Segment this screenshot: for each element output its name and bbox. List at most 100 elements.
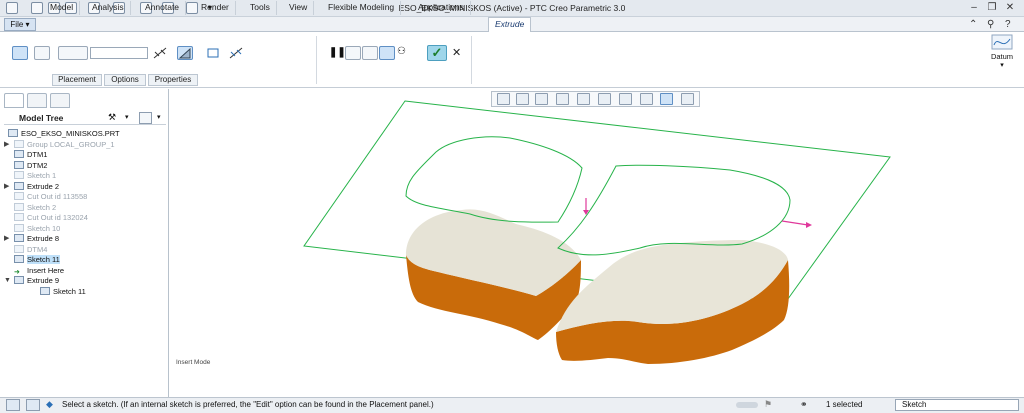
selection-filter-select[interactable]: Sketch	[895, 399, 1019, 411]
show-menu-icon[interactable]	[139, 112, 152, 124]
side-arrow-right-icon	[781, 220, 809, 226]
status-message: Select a sketch. (If an internal sketch …	[62, 400, 434, 409]
minimize-icon[interactable]: –	[967, 2, 981, 14]
tree-item[interactable]: DTM2	[14, 160, 166, 172]
close-icon[interactable]: ✕	[1003, 2, 1017, 14]
tree-settings-dropdown-icon[interactable]: ▾	[125, 113, 129, 121]
search-icon[interactable]: ⚲	[987, 19, 994, 30]
collapse-ribbon-icon[interactable]: ⌃	[969, 19, 977, 30]
restore-icon[interactable]: ❐	[985, 2, 999, 14]
depth-option-dropdown[interactable]	[58, 46, 88, 60]
ok-check-button[interactable]: ✓	[427, 45, 447, 61]
help-icon[interactable]: ?	[1005, 19, 1011, 30]
no-preview-icon[interactable]	[345, 46, 361, 60]
tab-tools[interactable]: Tools	[244, 1, 277, 15]
tree-item[interactable]: ▶ Extrude 2	[4, 181, 166, 193]
tree-item-label: Sketch 11	[27, 255, 60, 264]
new-file-icon[interactable]	[31, 2, 43, 14]
sketch-profile-right	[557, 164, 791, 256]
tree-item[interactable]: ESO_EKSO_MINISKOS.PRT	[8, 129, 166, 140]
ribbon-divider	[471, 36, 472, 84]
pause-icon[interactable]: ❚❚	[329, 47, 346, 58]
folder-browser-tab-icon[interactable]	[27, 93, 47, 108]
tab-analysis[interactable]: Analysis	[86, 1, 131, 15]
side-arrow-head-icon	[806, 222, 812, 228]
verify-glasses-icon[interactable]: ⚇	[397, 46, 406, 57]
options-tab[interactable]: Options	[104, 74, 146, 86]
flip-thicken-icon[interactable]	[228, 46, 244, 60]
tree-item-label: Sketch 11	[53, 286, 86, 296]
tree-item[interactable]: ▼ Extrude 9	[4, 276, 166, 287]
expand-arrow-icon[interactable]: ▶	[4, 182, 9, 192]
sketch-icon	[14, 223, 24, 232]
datum-dropdown-icon: ▾	[1000, 62, 1004, 69]
datum-plane-icon	[14, 244, 24, 253]
sketch-icon	[40, 286, 50, 295]
tab-extrude[interactable]: Extrude	[488, 17, 532, 33]
cancel-x-button[interactable]: ✕	[452, 46, 461, 59]
remove-material-button[interactable]	[177, 46, 193, 60]
tree-item[interactable]: Sketch 1	[14, 171, 166, 182]
tree-item-label: DTM2	[27, 160, 48, 170]
tree-item[interactable]: Sketch 10	[14, 223, 166, 235]
tree-item[interactable]: ▶ Group LOCAL_GROUP_1	[4, 139, 166, 151]
model-tree-tab-icon[interactable]	[4, 93, 24, 108]
expand-arrow-icon[interactable]: ▶	[4, 140, 9, 150]
selected-count[interactable]: 1 selected	[826, 400, 862, 409]
tree-item[interactable]: ▶ Extrude 8	[4, 234, 166, 245]
tree-item[interactable]: Cut Out id 113558	[14, 192, 166, 203]
sketch-plane-outline	[303, 100, 891, 304]
favorites-tab-icon[interactable]	[50, 93, 70, 108]
graphics-viewport[interactable]	[170, 88, 1024, 397]
tab-view[interactable]: View	[283, 1, 315, 15]
geometry-preview-icon[interactable]	[379, 46, 395, 60]
cut-icon	[14, 192, 24, 200]
placement-tab[interactable]: Placement	[52, 74, 102, 86]
solid-extrude-button[interactable]	[12, 46, 28, 60]
tab-flexible-modeling[interactable]: Flexible Modeling	[322, 1, 402, 15]
group-icon	[14, 139, 24, 148]
regeneration-indicator	[736, 402, 758, 408]
tab-render[interactable]: Render	[195, 1, 236, 15]
tree-item-label: Cut Out id 132024	[27, 213, 88, 222]
tree-item-label: Group LOCAL_GROUP_1	[27, 139, 115, 149]
datum-plane-icon	[14, 150, 24, 158]
file-menu[interactable]: File ▾	[4, 18, 36, 31]
surface-extrude-button[interactable]	[34, 46, 50, 60]
flip-depth-icon[interactable]	[152, 46, 168, 60]
tree-item-label: Sketch 2	[27, 202, 57, 212]
sketch-icon	[14, 202, 24, 211]
tree-item[interactable]: DTM4	[14, 244, 166, 256]
tree-item-label: Extrude 2	[27, 181, 60, 191]
tree-item[interactable]: DTM1	[14, 150, 166, 161]
find-binoculars-icon[interactable]: ⚭	[800, 399, 808, 410]
show-browser-icon[interactable]	[26, 399, 40, 411]
collapse-arrow-icon[interactable]: ▼	[4, 276, 11, 286]
tree-item-label: Extrude 8	[27, 234, 60, 243]
tree-settings-icon[interactable]: ⚒	[108, 112, 122, 124]
tree-item[interactable]: Cut Out id 132024	[14, 213, 166, 224]
datum-group[interactable]: Datum ▾	[985, 34, 1019, 82]
tree-item-label: Sketch 10	[27, 223, 61, 233]
part-icon	[8, 129, 18, 137]
tree-item[interactable]: Sketch 2	[14, 202, 166, 214]
tree-item-label: DTM4	[27, 244, 48, 254]
flag-icon[interactable]: ⚑	[764, 399, 772, 410]
show-dropdown-icon[interactable]: ▾	[157, 113, 161, 121]
tab-model[interactable]: Model	[44, 1, 81, 15]
thicken-sketch-icon[interactable]	[206, 46, 222, 60]
tree-item-label: Sketch 1	[27, 171, 57, 180]
tree-item[interactable]: Sketch 11	[14, 286, 166, 298]
datum-curve-icon	[991, 34, 1013, 50]
expand-arrow-icon[interactable]: ▶	[4, 234, 9, 244]
properties-tab[interactable]: Properties	[148, 74, 198, 86]
depth-value-input[interactable]	[90, 47, 148, 59]
show-navigator-icon[interactable]	[6, 399, 20, 411]
tab-applications[interactable]: Applications	[412, 1, 471, 15]
tab-annotate[interactable]: Annotate	[139, 1, 187, 15]
attached-preview-icon[interactable]	[362, 46, 378, 60]
tree-item[interactable]: Sketch 11	[14, 255, 166, 266]
tree-item[interactable]: ➜ Insert Here	[14, 266, 166, 277]
extrude-icon	[14, 276, 24, 284]
extrude-icon	[14, 234, 24, 242]
